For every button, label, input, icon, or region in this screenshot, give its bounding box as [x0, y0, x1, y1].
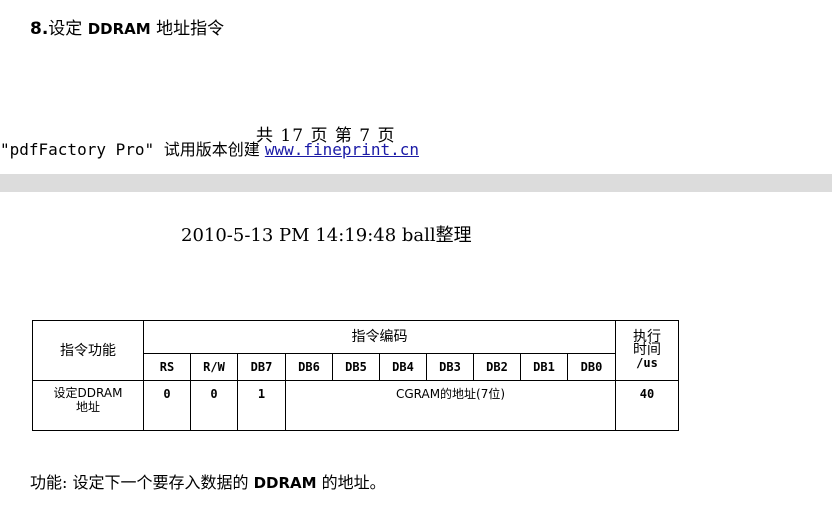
header-bit: DB4	[379, 353, 427, 381]
section-title-suffix: 地址指令	[150, 19, 225, 39]
header-bit: DB1	[520, 353, 568, 381]
function-suffix: 的地址。	[316, 473, 386, 492]
pdf-notice-cn: 试用版本创建	[163, 140, 265, 159]
row-function: 设定DDRAM 地址	[32, 380, 144, 431]
row-rs: 0	[143, 380, 191, 431]
function-description: 功能: 设定下一个要存入数据的 DDRAM 的地址。	[30, 469, 386, 493]
pdf-notice-prefix: "pdfFactory Pro"	[0, 140, 164, 159]
page-header: 2010-5-13 PM 14:19:48 ball整理	[181, 225, 472, 246]
row-address: CGRAM的地址(7位)	[285, 380, 616, 431]
header-bit: DB3	[426, 353, 474, 381]
function-bold: DDRAM	[253, 474, 317, 492]
function-prefix: 功能: 设定下一个要存入数据的	[30, 473, 254, 492]
header-bit: DB2	[473, 353, 521, 381]
header-function: 指令功能	[32, 320, 144, 381]
page-separator	[0, 174, 832, 192]
row-rw: 0	[190, 380, 238, 431]
header-exec-time: 执行 时间 /us	[615, 320, 679, 381]
header-bit: DB7	[237, 353, 286, 381]
section-title-bold: DDRAM	[87, 20, 151, 38]
fineprint-link[interactable]: www.fineprint.cn	[265, 140, 419, 159]
header-bit: DB0	[567, 353, 616, 381]
header-bit: DB6	[285, 353, 333, 381]
header-bit: RS	[143, 353, 191, 381]
section-number: 8.	[30, 19, 49, 39]
instruction-table: 指令功能 指令编码 执行 时间 /us RS R/W DB7 DB6 DB5 D…	[32, 320, 679, 431]
row-function-line1: 设定DDRAM	[53, 386, 123, 400]
section-title: 8.设定 DDRAM 地址指令	[30, 14, 224, 39]
table-row: 设定DDRAM 地址 0 0 1 CGRAM的地址(7位) 40	[32, 380, 679, 431]
header-exec-unit: /us	[636, 356, 658, 370]
pdf-notice: "pdfFactory Pro" 试用版本创建 www.fineprint.cn	[0, 136, 419, 160]
row-db7: 1	[237, 380, 286, 431]
header-code: 指令编码	[143, 320, 616, 354]
header-bit: R/W	[190, 353, 238, 381]
row-function-line2: 地址	[75, 400, 100, 414]
row-time: 40	[615, 380, 679, 431]
section-title-prefix: 设定	[48, 19, 88, 39]
header-bit: DB5	[332, 353, 380, 381]
